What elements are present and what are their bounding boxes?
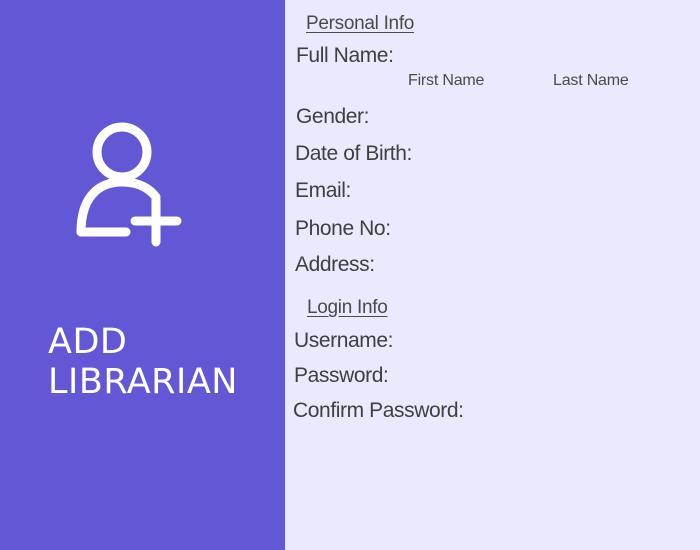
phone-label: Phone No: — [295, 217, 391, 240]
personal-info-heading: Personal Info — [306, 13, 415, 34]
page-title: ADD LIBRARIAN — [48, 322, 238, 402]
email-label: Email: — [295, 179, 351, 202]
password-label: Password: — [294, 364, 389, 387]
phone-input[interactable] — [405, 219, 675, 241]
confirm-password-label: Confirm Password: — [293, 399, 464, 422]
dob-label: Date of Birth: — [295, 142, 412, 165]
sidebar-panel: ADD LIBRARIAN — [0, 0, 285, 550]
last-name-input[interactable] — [550, 48, 680, 70]
email-input[interactable] — [385, 181, 675, 203]
full-name-label: Full Name: — [296, 44, 394, 67]
username-label: Username: — [294, 329, 394, 352]
login-info-heading: Login Info — [307, 297, 388, 318]
last-name-label: Last Name — [553, 72, 629, 89]
first-name-label: First Name — [408, 72, 485, 89]
dob-input[interactable] — [425, 144, 675, 166]
address-label: Address: — [295, 253, 375, 276]
address-input[interactable] — [385, 255, 675, 277]
confirm-password-input[interactable] — [470, 401, 680, 423]
gender-select[interactable] — [385, 107, 675, 129]
first-name-input[interactable] — [405, 48, 535, 70]
gender-label: Gender: — [296, 105, 370, 128]
username-input[interactable] — [405, 331, 675, 353]
password-input[interactable] — [405, 366, 675, 388]
add-user-icon — [72, 120, 184, 250]
librarian-form: Personal Info Full Name: First Name Last… — [285, 0, 700, 550]
